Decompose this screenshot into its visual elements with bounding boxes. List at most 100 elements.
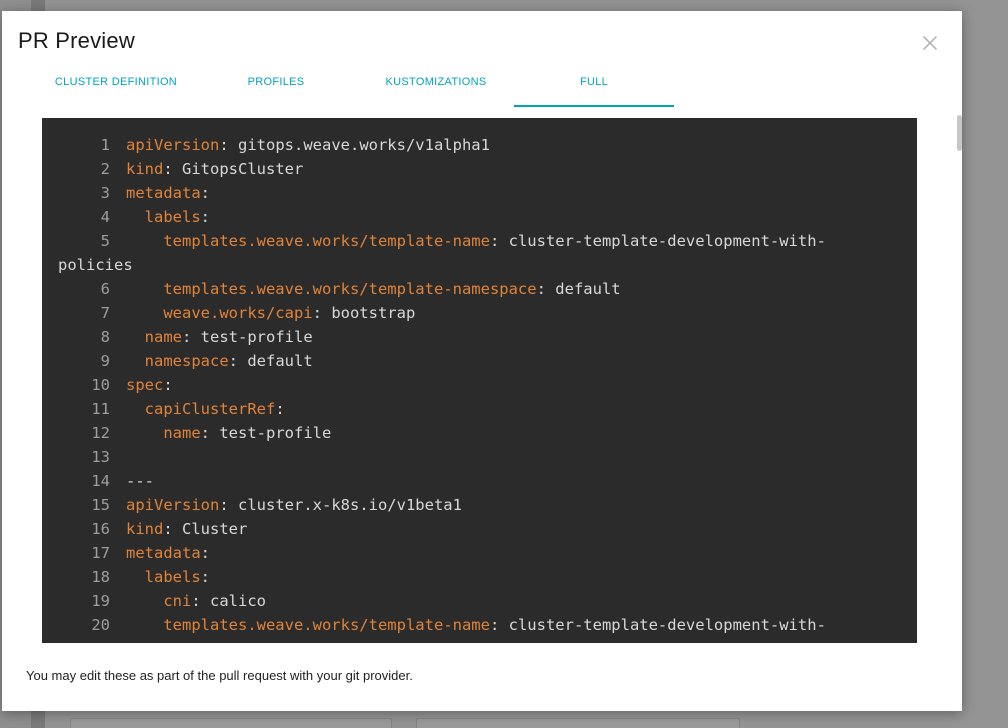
code-line: 13 <box>42 445 917 469</box>
yaml-key: labels <box>144 568 201 586</box>
code-text: labels: <box>126 205 866 229</box>
gutter-gap <box>110 349 126 373</box>
yaml-value: gitops.weave.works/v1alpha1 <box>238 136 490 154</box>
code-line: 12 name: test-profile <box>42 421 917 445</box>
close-button[interactable] <box>918 31 942 55</box>
gutter-gap <box>110 133 126 157</box>
line-number: 2 <box>100 160 110 178</box>
yaml-separator: : <box>200 424 220 442</box>
yaml-value: default <box>555 280 621 298</box>
yaml-value: test-profile <box>219 424 332 442</box>
gutter-gap <box>110 541 126 565</box>
yaml-separator: : <box>219 136 238 154</box>
yaml-key: metadata <box>126 544 201 562</box>
code-text: --- <box>126 469 866 493</box>
tab-label: PROFILES <box>247 76 305 88</box>
gutter-gap <box>110 157 126 181</box>
code-text: templates.weave.works/template-name: clu… <box>58 229 868 277</box>
line-number: 17 <box>91 544 110 562</box>
yaml-separator: : <box>312 304 332 322</box>
line-number: 3 <box>100 184 110 202</box>
code-line: 10 spec: <box>42 373 917 397</box>
code-text: kind: GitopsCluster <box>126 157 866 181</box>
line-number: 18 <box>91 568 110 586</box>
code-line: 7 weave.works/capi: bootstrap <box>42 301 917 325</box>
yaml-separator: : <box>489 232 509 250</box>
gutter-gap <box>110 373 126 397</box>
code-line: 14 --- <box>42 469 917 493</box>
code-text: metadata: <box>126 541 866 565</box>
dialog-scrollbar-thumb[interactable] <box>957 115 962 151</box>
code-text: namespace: default <box>126 349 866 373</box>
gutter-gap <box>110 445 126 469</box>
tab-profiles[interactable]: PROFILES <box>196 69 356 105</box>
code-line: 3 metadata: <box>42 181 917 205</box>
backdrop-input <box>70 718 392 728</box>
line-number: 12 <box>91 424 110 442</box>
gutter-gap <box>110 589 126 613</box>
line-number: 4 <box>100 208 110 226</box>
yaml-separator: : <box>275 400 285 418</box>
yaml-separator: : <box>200 568 211 586</box>
line-number: 10 <box>91 376 110 394</box>
yaml-separator: : <box>200 208 211 226</box>
line-number: 7 <box>100 304 110 322</box>
code-line: 1 apiVersion: gitops.weave.works/v1alpha1 <box>42 133 917 157</box>
tab-bar: CLUSTER DEFINITION PROFILES KUSTOMIZATIO… <box>14 69 734 107</box>
gutter-gap <box>110 397 126 421</box>
code-text: templates.weave.works/template-namespace… <box>126 277 866 301</box>
yaml-separator: : <box>200 184 210 202</box>
yaml-separator: : <box>200 544 210 562</box>
line-number: 19 <box>91 592 110 610</box>
yaml-key: spec <box>126 376 164 394</box>
yaml-key: name <box>163 424 201 442</box>
tab-label: CLUSTER DEFINITION <box>54 76 178 88</box>
line-number: 6 <box>100 280 110 298</box>
yaml-key: labels <box>144 208 201 226</box>
yaml-key: templates.weave.works/template-namespace <box>163 280 537 298</box>
code-text: cni: calico <box>126 589 866 613</box>
code-line: 16 kind: Cluster <box>42 517 917 541</box>
gutter-gap <box>110 325 126 349</box>
yaml-separator: : <box>228 352 248 370</box>
gutter-gap <box>110 181 126 205</box>
code-text: labels: <box>126 565 866 589</box>
line-number: 11 <box>91 400 110 418</box>
tab-label: FULL <box>579 76 609 88</box>
code-text: kind: Cluster <box>126 517 866 541</box>
gutter-gap <box>110 205 126 229</box>
yaml-separator: : <box>489 616 509 634</box>
tab-kustomizations[interactable]: KUSTOMIZATIONS <box>356 69 516 105</box>
yaml-key: weave.works/capi <box>163 304 313 322</box>
yaml-value: --- <box>126 472 154 490</box>
yaml-key: kind <box>126 160 164 178</box>
tab-label: KUSTOMIZATIONS <box>385 76 487 88</box>
yaml-key: cni <box>163 592 192 610</box>
code-text: apiVersion: gitops.weave.works/v1alpha1 <box>126 133 866 157</box>
pr-preview-dialog: PR Preview CLUSTER DEFINITION PROFILES K… <box>2 11 962 711</box>
yaml-value: cluster-template-development-with- <box>508 616 826 634</box>
code-line: 20 templates.weave.works/template-name: … <box>42 613 917 637</box>
tab-cluster-definition[interactable]: CLUSTER DEFINITION <box>36 69 196 105</box>
yaml-key: metadata <box>126 184 201 202</box>
gutter-gap <box>110 613 126 637</box>
yaml-key: apiVersion <box>126 496 220 514</box>
gutter-gap <box>110 469 126 493</box>
gutter-gap <box>110 517 126 541</box>
yaml-value: calico <box>210 592 266 610</box>
line-number: 20 <box>91 616 110 634</box>
code-text: spec: <box>126 373 866 397</box>
code-line: 6 templates.weave.works/template-namespa… <box>42 277 917 301</box>
yaml-code-editor[interactable]: 1 apiVersion: gitops.weave.works/v1alpha1… <box>42 118 917 643</box>
yaml-key: capiClusterRef <box>144 400 276 418</box>
code-text: metadata: <box>126 181 866 205</box>
tab-full[interactable]: FULL <box>514 69 674 107</box>
yaml-separator: : <box>182 328 201 346</box>
gutter-gap <box>110 493 126 517</box>
